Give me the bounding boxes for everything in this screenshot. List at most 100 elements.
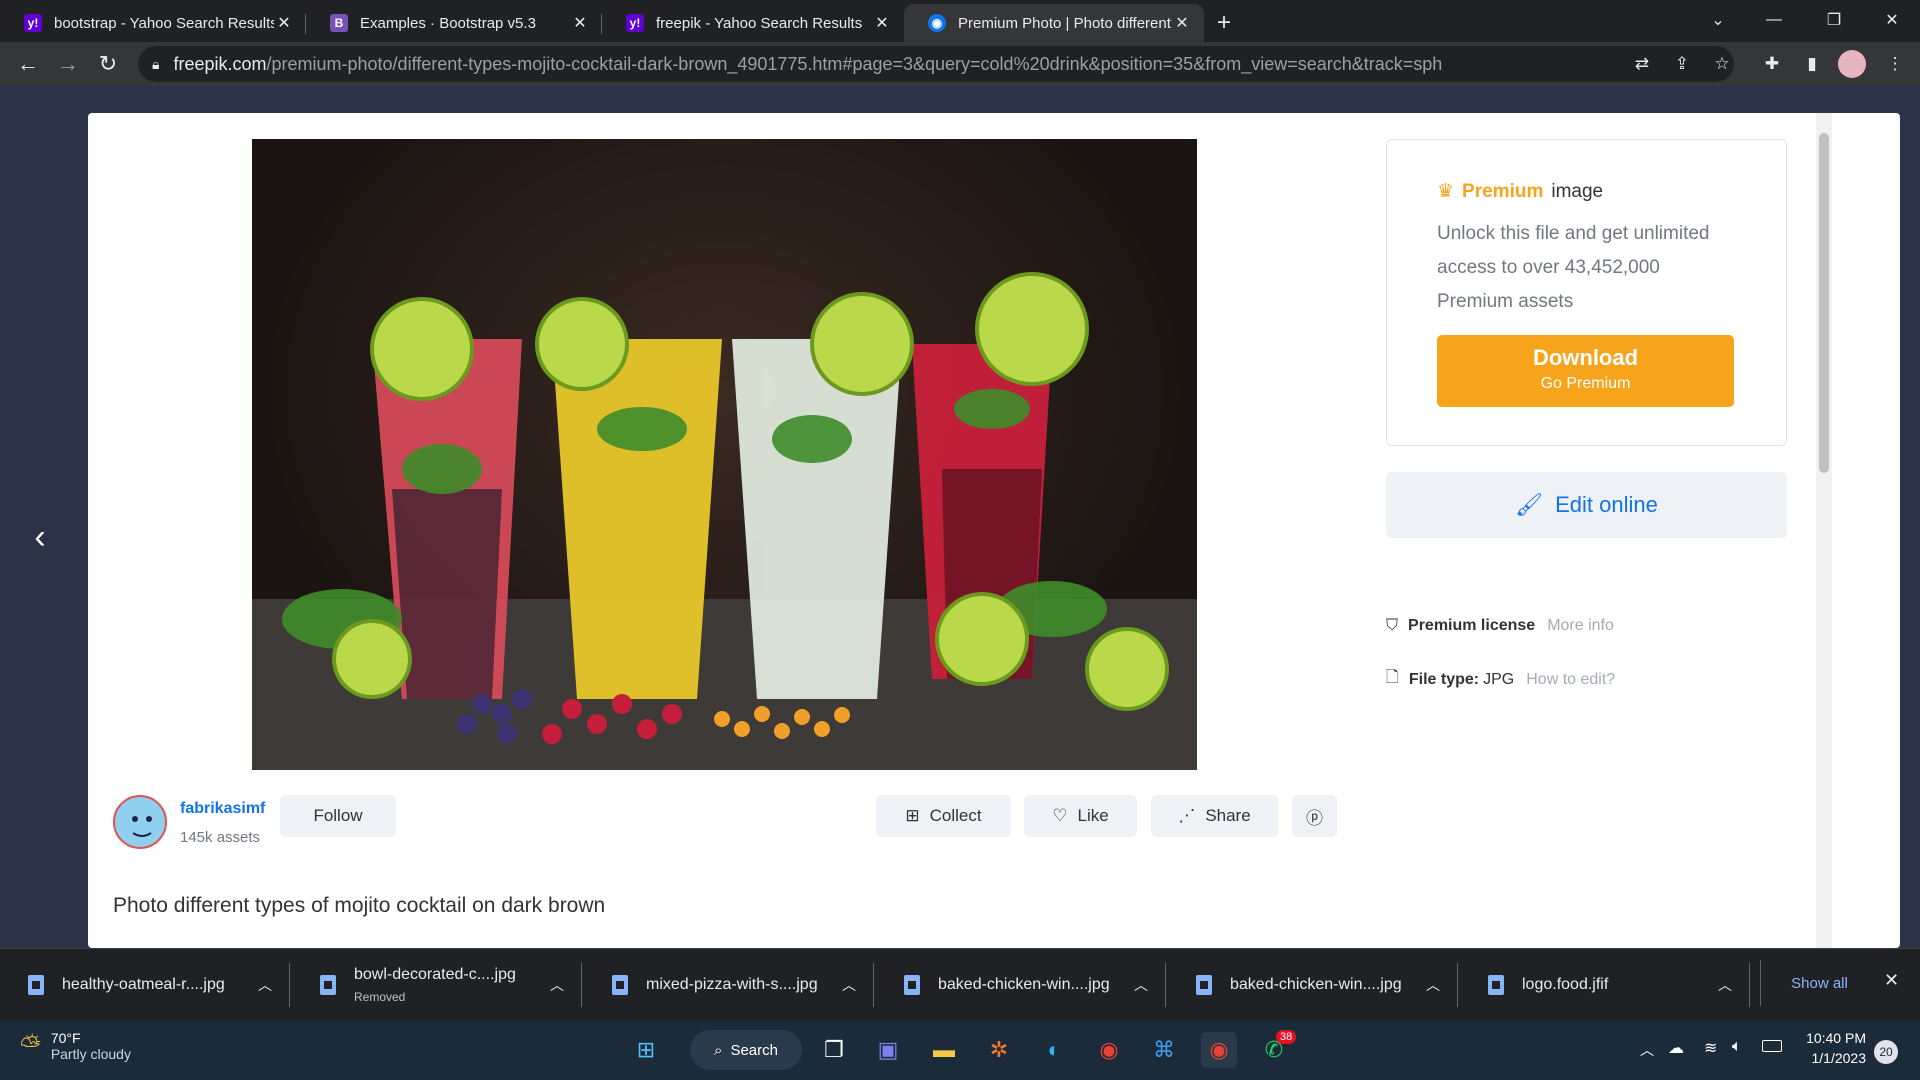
edit-online-button[interactable]: 🖌︎ Edit online: [1386, 472, 1787, 538]
download-filename: baked-chicken-win....jpg: [1230, 976, 1402, 993]
download-status: Removed: [354, 990, 406, 1004]
menu-kebab-icon[interactable]: ⋮: [1880, 49, 1910, 79]
chrome-profile-icon[interactable]: ◉: [1201, 1032, 1237, 1068]
windows-start-icon[interactable]: ⊞: [628, 1032, 664, 1068]
lock-icon: 🔒︎: [152, 55, 160, 72]
tab-title: Premium Photo | Photo different: [958, 14, 1171, 32]
download-filename-block: bowl-decorated-c....jpg Removed: [354, 966, 542, 1004]
download-item[interactable]: baked-chicken-win....jpg ︿: [1168, 949, 1458, 1021]
show-all-button[interactable]: Show all: [1760, 960, 1878, 1006]
tab-strip: y! bootstrap - Yahoo Search Results ✕ B …: [0, 0, 1920, 42]
download-item[interactable]: baked-chicken-win....jpg ︿: [876, 949, 1166, 1021]
translate-icon[interactable]: ⇄: [1627, 49, 1657, 79]
battery-icon[interactable]: [1762, 1040, 1782, 1052]
profile-avatar[interactable]: [1838, 50, 1866, 78]
reload-button[interactable]: ↻: [88, 46, 128, 82]
volume-icon[interactable]: 🔈︎: [1732, 1038, 1742, 1056]
like-button[interactable]: ♡ Like: [1024, 795, 1137, 837]
tray-chevron-icon[interactable]: ︿: [1640, 1040, 1654, 1060]
premium-badge: Premium: [1462, 180, 1544, 202]
download-item[interactable]: logo.food.jfif ︿: [1460, 949, 1750, 1021]
vscode-icon[interactable]: ⌘: [1146, 1032, 1182, 1068]
wifi-icon[interactable]: ≋: [1704, 1038, 1717, 1058]
more-info-link[interactable]: More info: [1547, 617, 1614, 635]
follow-button[interactable]: Follow: [280, 795, 396, 837]
teams-chat-icon[interactable]: ▣: [870, 1032, 906, 1068]
tab-bootstrap-yahoo[interactable]: y! bootstrap - Yahoo Search Results ✕: [0, 4, 306, 42]
filetype-value: JPG: [1483, 670, 1515, 688]
collect-button[interactable]: ⊞ Collect: [876, 795, 1011, 837]
download-item[interactable]: mixed-pizza-with-s....jpg ︿: [584, 949, 874, 1021]
notification-badge[interactable]: 20: [1874, 1040, 1898, 1064]
download-item[interactable]: bowl-decorated-c....jpg Removed ︿: [292, 949, 582, 1021]
close-tab-icon[interactable]: ✕: [570, 13, 590, 33]
chevron-up-icon[interactable]: ︿: [834, 975, 864, 995]
license-row: ⛉ Premium license More info: [1386, 617, 1614, 635]
yahoo-icon: y!: [626, 14, 644, 32]
yahoo-icon: y!: [24, 14, 42, 32]
new-tab-button[interactable]: +: [1204, 4, 1244, 42]
extensions-icon[interactable]: ✚: [1757, 49, 1787, 79]
photo-title: Photo different types of mojito cocktail…: [113, 894, 606, 917]
close-tab-icon[interactable]: ✕: [274, 13, 294, 33]
close-tab-icon[interactable]: ✕: [1172, 13, 1192, 33]
freepik-icon: ◉: [928, 14, 946, 32]
download-filename: logo.food.jfif: [1522, 976, 1609, 993]
premium-heading: ♛ Premium image: [1437, 180, 1736, 203]
download-filename: healthy-oatmeal-r....jpg: [62, 976, 225, 993]
share-page-icon[interactable]: ⇪: [1667, 49, 1697, 79]
filetype-label: File type:: [1408, 670, 1480, 688]
download-filename: baked-chicken-win....jpg: [938, 976, 1110, 993]
collect-label: Collect: [929, 806, 982, 825]
edge-icon[interactable]: ◐: [1036, 1032, 1072, 1068]
tab-bootstrap-examples[interactable]: B Examples · Bootstrap v5.3 ✕: [306, 4, 602, 42]
author-avatar[interactable]: [113, 795, 167, 849]
task-view-icon[interactable]: ❐: [816, 1032, 852, 1068]
tab-freepik-premium[interactable]: ◉ Premium Photo | Photo different ✕: [904, 4, 1204, 42]
chevron-up-icon[interactable]: ︿: [1126, 975, 1156, 995]
file-icon: [1196, 975, 1212, 995]
side-panel-icon[interactable]: ▮: [1797, 49, 1827, 79]
tab-freepik-yahoo[interactable]: y! freepik - Yahoo Search Results ✕: [602, 4, 904, 42]
url-path: /premium-photo/different-types-mojito-co…: [266, 53, 1443, 74]
back-button[interactable]: ←: [8, 46, 48, 82]
file-icon: [904, 975, 920, 995]
xampp-icon[interactable]: ✲: [981, 1032, 1017, 1068]
previous-arrow-icon[interactable]: ‹: [20, 518, 60, 557]
premium-suffix: image: [1551, 180, 1604, 202]
author-name[interactable]: fabrikasimf: [180, 800, 265, 818]
tab-search-icon[interactable]: ⌄: [1690, 0, 1746, 40]
search-icon: ⌕: [714, 1041, 723, 1059]
how-to-edit-link[interactable]: How to edit?: [1526, 671, 1615, 689]
restore-button[interactable]: ❐: [1806, 0, 1862, 40]
clock-date: 1/1/2023: [1811, 1050, 1867, 1066]
minimize-button[interactable]: —: [1746, 0, 1802, 40]
premium-card: ♛ Premium image Unlock this file and get…: [1386, 139, 1787, 446]
close-window-button[interactable]: ✕: [1864, 0, 1920, 40]
onedrive-icon[interactable]: ☁: [1668, 1038, 1684, 1058]
chevron-up-icon[interactable]: ︿: [1418, 975, 1448, 995]
file-explorer-icon[interactable]: ▬: [926, 1032, 962, 1068]
pinterest-button[interactable]: ⓟ: [1292, 795, 1337, 837]
chevron-up-icon[interactable]: ︿: [250, 975, 280, 995]
bookmark-star-icon[interactable]: ☆: [1707, 49, 1737, 79]
download-item[interactable]: healthy-oatmeal-r....jpg ︿: [0, 949, 290, 1021]
download-button[interactable]: Download Go Premium: [1437, 335, 1734, 407]
file-icon: [320, 975, 336, 995]
chrome-icon[interactable]: ◉: [1091, 1032, 1127, 1068]
clock[interactable]: 10:40 PM 1/1/2023: [1806, 1030, 1866, 1066]
address-bar[interactable]: 🔒︎ freepik.com/premium-photo/different-t…: [138, 46, 1734, 82]
chevron-up-icon[interactable]: ︿: [542, 975, 572, 995]
share-button[interactable]: ⋰ Share: [1151, 795, 1278, 837]
weather-widget[interactable]: ⛅︎ 70°F Partly cloudy: [20, 1030, 131, 1062]
url-host: freepik.com: [173, 53, 267, 74]
tab-title: freepik - Yahoo Search Results: [656, 14, 863, 32]
forward-button[interactable]: →: [48, 46, 88, 82]
close-tab-icon[interactable]: ✕: [872, 13, 892, 33]
close-downloads-icon[interactable]: ✕: [1884, 970, 1899, 991]
chevron-up-icon[interactable]: ︿: [1710, 975, 1740, 995]
whatsapp-badge: 38: [1276, 1030, 1297, 1044]
partly-cloudy-icon: ⛅︎: [20, 1030, 41, 1060]
modal-scrollbar[interactable]: [1816, 113, 1832, 948]
taskbar-search[interactable]: ⌕ Search: [690, 1030, 802, 1070]
